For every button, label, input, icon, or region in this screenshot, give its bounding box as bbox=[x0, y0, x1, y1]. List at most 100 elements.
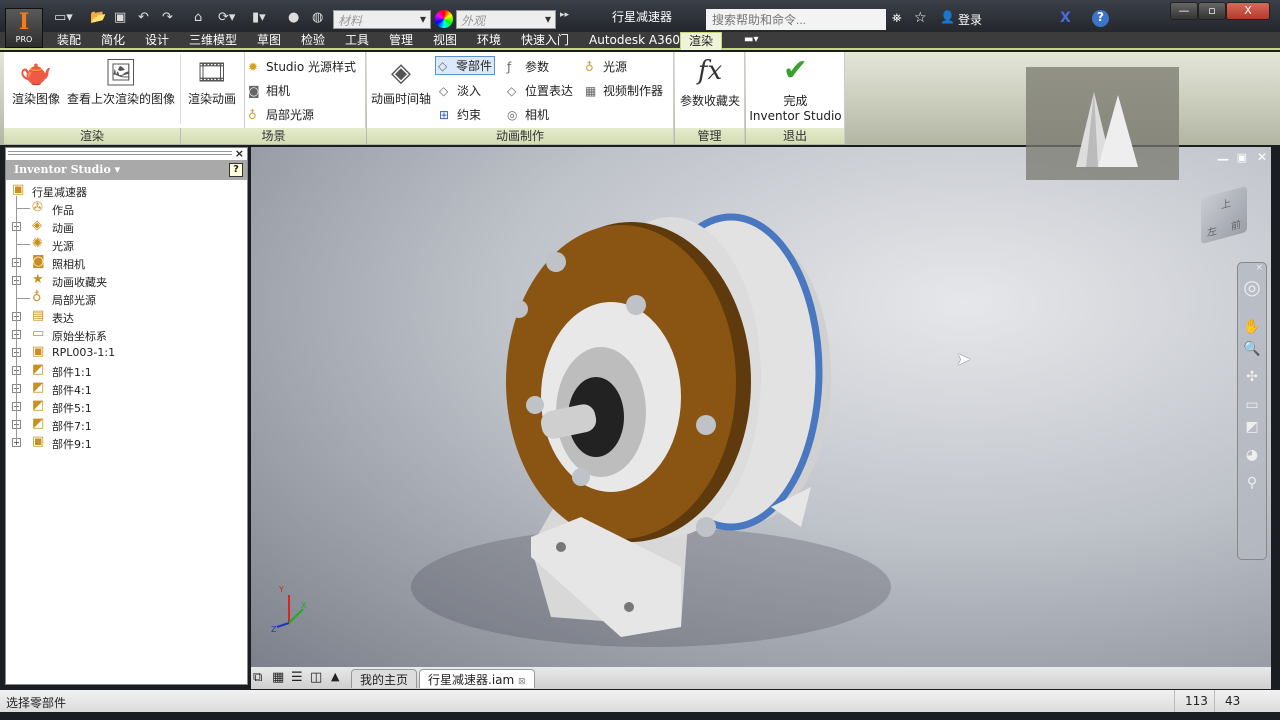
label: 参数 bbox=[525, 60, 550, 74]
tab-a360[interactable]: Autodesk A360 bbox=[589, 32, 680, 50]
save-icon[interactable]: ▣ bbox=[114, 10, 126, 28]
positional-reps-button[interactable]: ◇ 位置表达 bbox=[507, 82, 573, 99]
tab-tools[interactable]: 工具 bbox=[345, 32, 369, 50]
viewport-minimize-icon[interactable]: — bbox=[1217, 152, 1229, 166]
close-button[interactable]: X bbox=[1226, 2, 1270, 20]
minimize-button[interactable]: — bbox=[1170, 2, 1198, 20]
navbar-close-icon[interactable]: × bbox=[1238, 263, 1266, 273]
ground-icon[interactable]: ● bbox=[288, 10, 299, 28]
steering-wheel-icon[interactable]: ◎ bbox=[1238, 275, 1266, 299]
tab-sketch[interactable]: 草图 bbox=[257, 32, 281, 50]
orbit-icon[interactable]: ✣ bbox=[1238, 369, 1266, 385]
tree-node[interactable]: + ◩ 部件4:1 bbox=[6, 380, 247, 398]
video-producer-button[interactable]: ▦ 视频制作器 bbox=[585, 82, 663, 99]
tab-my-home[interactable]: 我的主页 bbox=[351, 669, 418, 688]
animate-light-button[interactable]: ♁ 光源 bbox=[585, 58, 627, 75]
tree-node[interactable]: + ▣ RPL003-1:1 bbox=[6, 344, 247, 362]
tree-node[interactable]: ✺ 光源 bbox=[6, 236, 247, 254]
center-point-icon[interactable]: ⚲ bbox=[1238, 475, 1266, 491]
pan-icon[interactable]: ✋ bbox=[1238, 319, 1266, 335]
tab-3d-model[interactable]: 三维模型 bbox=[189, 32, 237, 50]
application-menu-button[interactable]: I PRO bbox=[5, 8, 43, 48]
tab-get-started[interactable]: 快速入门 bbox=[521, 32, 569, 50]
redo-icon[interactable]: ↷ bbox=[162, 10, 173, 28]
tree-node[interactable]: + ◩ 部件5:1 bbox=[6, 398, 247, 416]
tree-node[interactable]: + ★ 动画收藏夹 bbox=[6, 272, 247, 290]
tab-environments[interactable]: 环境 bbox=[477, 32, 501, 50]
tab-manage[interactable]: 管理 bbox=[389, 32, 413, 50]
panel-toggle-icon[interactable]: ▬▾ bbox=[744, 32, 758, 50]
tab-assemble[interactable]: 装配 bbox=[57, 32, 81, 50]
signin-button[interactable]: 登录 bbox=[958, 11, 982, 28]
studio-lighting-button[interactable]: ✹ Studio 光源样式 bbox=[248, 58, 356, 75]
appearance-dropdown[interactable]: 外观 ▾ bbox=[456, 10, 556, 29]
tree-node[interactable]: + ◙ 照相机 bbox=[6, 254, 247, 272]
new-icon[interactable]: ▭▾ bbox=[54, 10, 73, 28]
tab-document[interactable]: 行星减速器.iam ⊠ bbox=[419, 669, 535, 688]
maximize-button[interactable]: ▫ bbox=[1198, 2, 1226, 20]
tab-inspect[interactable]: 检验 bbox=[301, 32, 325, 50]
horizontal-tile-icon[interactable]: ☰ bbox=[291, 670, 303, 685]
parameters-button[interactable]: ƒ 参数 bbox=[507, 58, 549, 75]
color-icon[interactable]: ◍ bbox=[312, 10, 323, 28]
view-last-render-button[interactable]: 🖼 查看上次渲染的图像 bbox=[62, 56, 180, 107]
tree-node[interactable]: + ◩ 部件7:1 bbox=[6, 416, 247, 434]
assembly-icon: ▣ bbox=[12, 182, 25, 197]
tree-node[interactable]: ▣ 行星减速器 bbox=[6, 182, 247, 200]
render-image-button[interactable]: 🫖 渲染图像 bbox=[8, 56, 64, 107]
tree-node[interactable]: ✇ 作品 bbox=[6, 200, 247, 218]
more-icon[interactable]: ▸▸ bbox=[560, 10, 569, 28]
view-face-icon[interactable]: ◩ bbox=[1238, 419, 1266, 435]
vertical-tile-icon[interactable]: ◫ bbox=[310, 670, 322, 685]
animate-camera-button[interactable]: ◎ 相机 bbox=[507, 106, 549, 123]
close-icon[interactable]: × bbox=[235, 147, 244, 160]
help-icon[interactable]: ? bbox=[1092, 10, 1109, 27]
home-icon[interactable]: ⌂ bbox=[194, 10, 202, 28]
scene-camera-button[interactable]: ◙ 相机 bbox=[248, 82, 290, 99]
select-icon[interactable]: ▮▾ bbox=[252, 10, 266, 28]
tab-simplify[interactable]: 简化 bbox=[101, 32, 125, 50]
tile-icon[interactable]: ▦ bbox=[272, 670, 284, 685]
close-tab-icon[interactable]: ⊠ bbox=[518, 677, 526, 687]
tab-view[interactable]: 视图 bbox=[433, 32, 457, 50]
cascade-icon[interactable]: ⧉ bbox=[253, 670, 262, 685]
viewcube-front[interactable]: 前 bbox=[1231, 215, 1241, 233]
exchange-icon[interactable]: X bbox=[1060, 10, 1071, 26]
animation-timeline-button[interactable]: ◈ 动画时间轴 bbox=[369, 56, 433, 107]
communication-icon[interactable]: ⛯ bbox=[892, 11, 902, 26]
tab-render[interactable]: 渲染 bbox=[680, 32, 723, 50]
star-icon[interactable]: ☆ bbox=[914, 10, 927, 26]
help-search-input[interactable] bbox=[706, 9, 886, 30]
render-animation-button[interactable]: 🎞 渲染动画 bbox=[184, 56, 240, 107]
label: 渲染动画 bbox=[187, 92, 236, 106]
viewcube-left[interactable]: 左 bbox=[1207, 222, 1217, 240]
viewport-restore-icon[interactable]: ▣ bbox=[1237, 151, 1247, 164]
viewcube-top[interactable]: 上 bbox=[1221, 194, 1231, 212]
browser-header[interactable]: Inventor Studio ▾ bbox=[6, 160, 247, 180]
finish-studio-button[interactable]: ✔ 完成 Inventor Studio bbox=[746, 54, 845, 124]
tree-node[interactable]: ♁ 局部光源 bbox=[6, 290, 247, 308]
component-button[interactable]: ◇ 零部件 bbox=[435, 56, 496, 75]
tree-node[interactable]: + ▭ 原始坐标系 bbox=[6, 326, 247, 344]
grip-handle[interactable] bbox=[8, 151, 232, 155]
tree-node[interactable]: + ▣ 部件9:1 bbox=[6, 434, 247, 452]
parameter-favorites-button[interactable]: fx 参数收藏夹 bbox=[675, 54, 745, 109]
constraints-button[interactable]: ⊞ 约束 bbox=[439, 106, 481, 123]
appearance-icon[interactable]: ◕ bbox=[1238, 447, 1266, 463]
graphics-viewport[interactable]: — ▣ ✕ 上 左 前 ➤ Y X Z bbox=[251, 147, 1271, 667]
tree-node[interactable]: + ◈ 动画 bbox=[6, 218, 247, 236]
tree-node[interactable]: + ▤ 表达 bbox=[6, 308, 247, 326]
tab-design[interactable]: 设计 bbox=[145, 32, 169, 50]
help-icon[interactable]: ? bbox=[229, 163, 243, 177]
undo-icon[interactable]: ↶ bbox=[138, 10, 149, 28]
zoom-icon[interactable]: 🔍 bbox=[1238, 341, 1266, 357]
viewport-close-icon[interactable]: ✕ bbox=[1257, 150, 1267, 164]
fade-button[interactable]: ◇ 淡入 bbox=[439, 82, 481, 99]
local-lights-button[interactable]: ♁ 局部光源 bbox=[248, 106, 314, 123]
tree-node[interactable]: + ◩ 部件1:1 bbox=[6, 362, 247, 380]
arrow-up-icon[interactable]: ▲ bbox=[331, 670, 339, 683]
update-icon[interactable]: ⟳▾ bbox=[218, 10, 235, 28]
look-at-icon[interactable]: ▭ bbox=[1238, 397, 1266, 413]
material-dropdown[interactable]: 材料 ▾ bbox=[333, 10, 431, 29]
open-icon[interactable]: 📂 bbox=[90, 10, 106, 28]
